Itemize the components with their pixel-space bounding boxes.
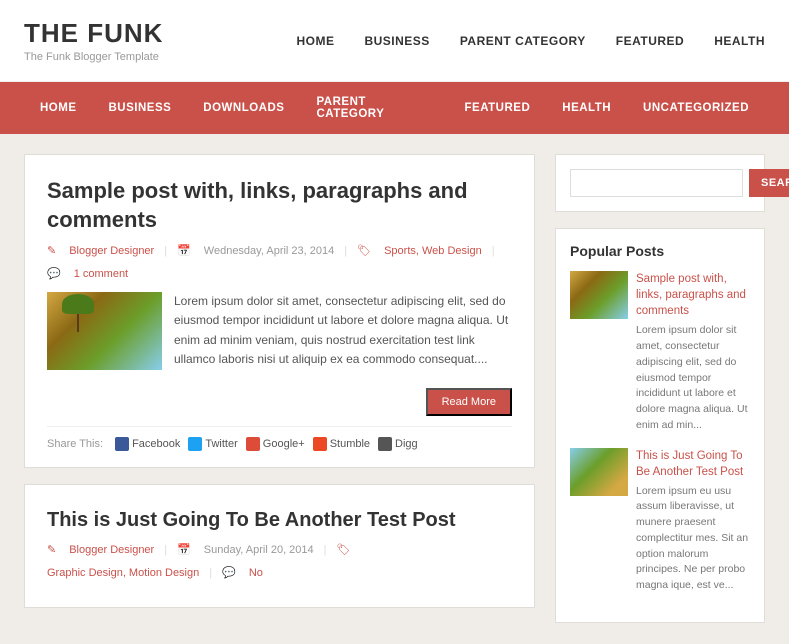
popular-posts-title: Popular Posts: [570, 243, 750, 259]
main-content: Sample post with, links, paragraphs and …: [24, 154, 535, 624]
comment-icon-2: 💬: [222, 566, 236, 579]
author-icon-2: ✎: [47, 543, 56, 556]
post-2-author[interactable]: Blogger Designer: [69, 544, 154, 556]
share-stumble-label: Stumble: [330, 438, 370, 450]
post-card-2: This is Just Going To Be Another Test Po…: [24, 484, 535, 608]
share-bar-1: Share This: Facebook Twitter Google+ Stu…: [47, 426, 512, 451]
search-button[interactable]: SEARCH: [749, 169, 789, 197]
twitter-icon: [188, 437, 202, 451]
facebook-icon: [115, 437, 129, 451]
nav-parent-category[interactable]: PARENT CATEGORY: [300, 82, 448, 134]
post-1-date: Wednesday, April 23, 2014: [204, 245, 334, 257]
share-twitter[interactable]: Twitter: [188, 437, 237, 451]
post-1-excerpt: Lorem ipsum dolor sit amet, consectetur …: [174, 292, 512, 370]
site-header: THE FUNK The Funk Blogger Template HOME …: [0, 0, 789, 82]
share-googleplus[interactable]: Google+: [246, 437, 305, 451]
share-googleplus-label: Google+: [263, 438, 305, 450]
nav-downloads[interactable]: DOWNLOADS: [187, 88, 300, 128]
post-1-meta: ✎ Blogger Designer | 📅 Wednesday, April …: [47, 244, 512, 280]
share-digg-label: Digg: [395, 438, 418, 450]
popular-post-1: Sample post with, links, paragraphs and …: [570, 271, 750, 434]
nav-uncategorized[interactable]: UNCATEGORIZED: [627, 88, 765, 128]
post-2-categories[interactable]: Graphic Design, Motion Design: [47, 567, 199, 579]
post-2-meta: ✎ Blogger Designer | 📅 Sunday, April 20,…: [47, 543, 512, 579]
popular-post-2-excerpt: Lorem ipsum eu usu assum liberavisse, ut…: [636, 484, 750, 594]
nav-featured[interactable]: FEATURED: [449, 88, 547, 128]
category-icon: 🏷: [357, 244, 371, 257]
popular-thumb-2: [570, 448, 628, 496]
top-nav-business[interactable]: BUSINESS: [364, 34, 429, 48]
popular-post-1-excerpt: Lorem ipsum dolor sit amet, consectetur …: [636, 323, 750, 433]
search-box: SEARCH: [555, 154, 765, 212]
share-twitter-label: Twitter: [205, 438, 237, 450]
comment-icon: 💬: [47, 267, 61, 280]
search-input[interactable]: [570, 169, 743, 197]
post-2-date: Sunday, April 20, 2014: [204, 544, 314, 556]
popular-thumb-1: [570, 271, 628, 319]
popular-post-2: This is Just Going To Be Another Test Po…: [570, 448, 750, 594]
digg-icon: [378, 437, 392, 451]
top-nav-parent-category[interactable]: PARENT CATEGORY: [460, 34, 586, 48]
share-facebook-label: Facebook: [132, 438, 180, 450]
post-2-comments: No: [249, 567, 263, 579]
nav-business[interactable]: BUSINESS: [93, 88, 188, 128]
date-icon: 📅: [177, 244, 191, 257]
popular-post-2-title[interactable]: This is Just Going To Be Another Test Po…: [636, 448, 750, 480]
share-facebook[interactable]: Facebook: [115, 437, 180, 451]
post-1-body: Lorem ipsum dolor sit amet, consectetur …: [47, 292, 512, 370]
site-subtitle: The Funk Blogger Template: [24, 51, 163, 63]
read-more-button-1[interactable]: Read More: [426, 388, 512, 416]
popular-post-1-title[interactable]: Sample post with, links, paragraphs and …: [636, 271, 750, 319]
post-1-categories[interactable]: Sports, Web Design: [384, 245, 482, 257]
googleplus-icon: [246, 437, 260, 451]
sidebar: SEARCH Popular Posts Sample post with, l…: [555, 154, 765, 624]
nav-home[interactable]: HOME: [24, 88, 93, 128]
post-1-author[interactable]: Blogger Designer: [69, 245, 154, 257]
post-2-title[interactable]: This is Just Going To Be Another Test Po…: [47, 507, 512, 533]
site-title[interactable]: THE FUNK: [24, 18, 163, 49]
site-branding: THE FUNK The Funk Blogger Template: [24, 18, 163, 63]
date-icon-2: 📅: [177, 543, 191, 556]
popular-posts-widget: Popular Posts Sample post with, links, p…: [555, 228, 765, 623]
top-nav-home[interactable]: HOME: [296, 34, 334, 48]
share-stumble[interactable]: Stumble: [313, 437, 370, 451]
post-1-comments[interactable]: 1 comment: [74, 268, 128, 280]
post-1-title[interactable]: Sample post with, links, paragraphs and …: [47, 177, 512, 234]
share-digg[interactable]: Digg: [378, 437, 418, 451]
post-1-thumbnail: [47, 292, 162, 370]
stumble-icon: [313, 437, 327, 451]
share-label: Share This:: [47, 438, 103, 450]
category-icon-2: 🏷: [337, 543, 351, 556]
post-card-1: Sample post with, links, paragraphs and …: [24, 154, 535, 468]
top-navigation: HOME BUSINESS PARENT CATEGORY FEATURED H…: [296, 34, 765, 48]
main-navigation: HOME BUSINESS DOWNLOADS PARENT CATEGORY …: [0, 82, 789, 134]
top-nav-health[interactable]: HEALTH: [714, 34, 765, 48]
author-icon: ✎: [47, 244, 56, 257]
content-area: Sample post with, links, paragraphs and …: [0, 134, 789, 644]
top-nav-featured[interactable]: FEATURED: [616, 34, 684, 48]
nav-health[interactable]: HEALTH: [546, 88, 627, 128]
